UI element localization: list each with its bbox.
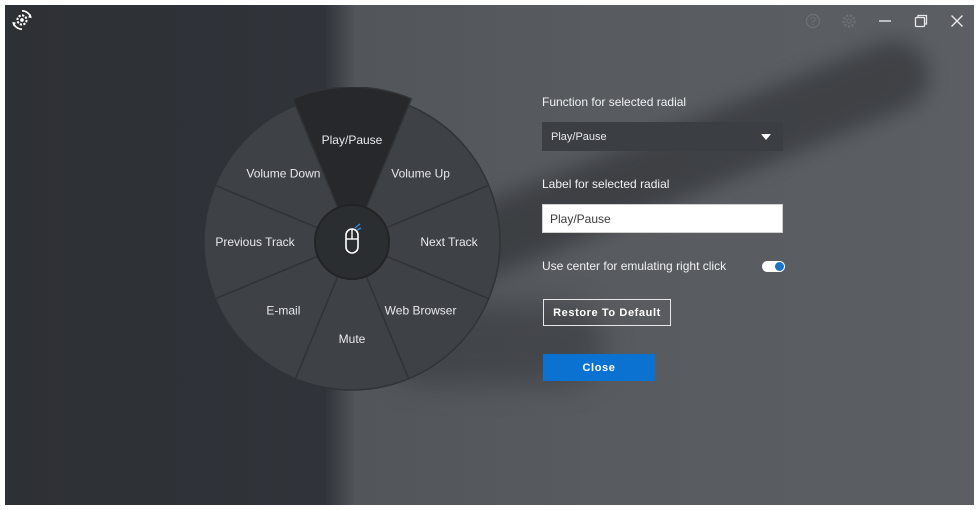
gear-cycle-icon[interactable]	[11, 9, 33, 31]
label-label: Label for selected radial	[542, 177, 670, 191]
radial-segment-label: Previous Track	[215, 235, 295, 249]
settings-panel: Function for selected radial Play/Pause …	[542, 5, 842, 505]
radial-segment-label: Volume Up	[391, 166, 450, 180]
radial-menu: Play/Pause Volume Up Next Track Web Browser…	[203, 87, 501, 391]
center-right-click-toggle[interactable]	[762, 261, 785, 272]
center-right-click-label: Use center for emulating right click	[542, 259, 727, 273]
function-select-value: Play/Pause	[551, 130, 607, 143]
radial-segment-label: Play/Pause	[322, 133, 383, 147]
radial-segment-label: Mute	[339, 332, 366, 346]
radial-center[interactable]	[314, 204, 390, 280]
radial-segment-label: Volume Down	[246, 166, 320, 180]
label-input[interactable]	[542, 204, 783, 233]
radial-segment-label: Web Browser	[385, 304, 457, 318]
close-window-button[interactable]	[946, 10, 968, 32]
radial-segment-label: E-mail	[266, 304, 300, 318]
minimize-icon	[879, 20, 891, 22]
app-window: Play/Pause Volume Up Next Track Web Browser…	[5, 5, 974, 505]
function-label: Function for selected radial	[542, 95, 687, 109]
restore-default-button[interactable]: Restore To Default	[543, 299, 671, 326]
toggle-knob	[775, 262, 784, 271]
close-icon	[951, 15, 963, 27]
chevron-down-icon	[761, 134, 771, 140]
radial-segment-label: Next Track	[420, 235, 478, 249]
restore-button[interactable]	[910, 10, 932, 32]
close-button[interactable]: Close	[543, 354, 655, 381]
function-select[interactable]: Play/Pause	[542, 122, 783, 151]
restore-icon	[914, 14, 928, 28]
settings-icon	[842, 14, 856, 28]
minimize-button[interactable]	[874, 10, 896, 32]
